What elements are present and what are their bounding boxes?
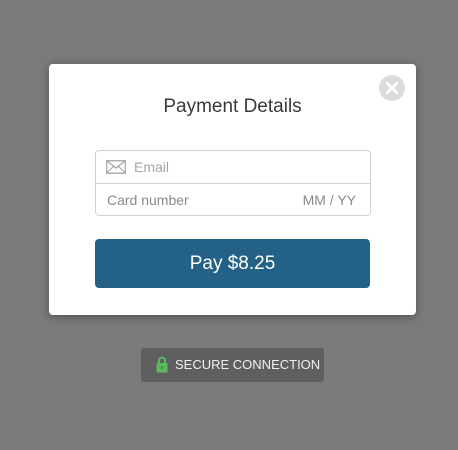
modal-title: Payment Details [163,96,302,117]
email-row [96,151,370,184]
secure-connection-badge: SECURE CONNECTION [141,348,324,382]
expiry-field[interactable] [292,189,356,211]
payment-form-fields [95,150,371,216]
lock-icon [156,356,168,373]
modal-backdrop: Payment Details Pay $8.25 SECURE CONNECT… [0,0,458,450]
envelope-icon [106,160,126,174]
payment-modal: Payment Details Pay $8.25 [49,64,416,315]
pay-button[interactable]: Pay $8.25 [95,239,370,288]
secure-connection-label: SECURE CONNECTION [175,357,321,372]
email-field[interactable] [134,156,354,178]
card-number-field[interactable] [107,189,287,211]
